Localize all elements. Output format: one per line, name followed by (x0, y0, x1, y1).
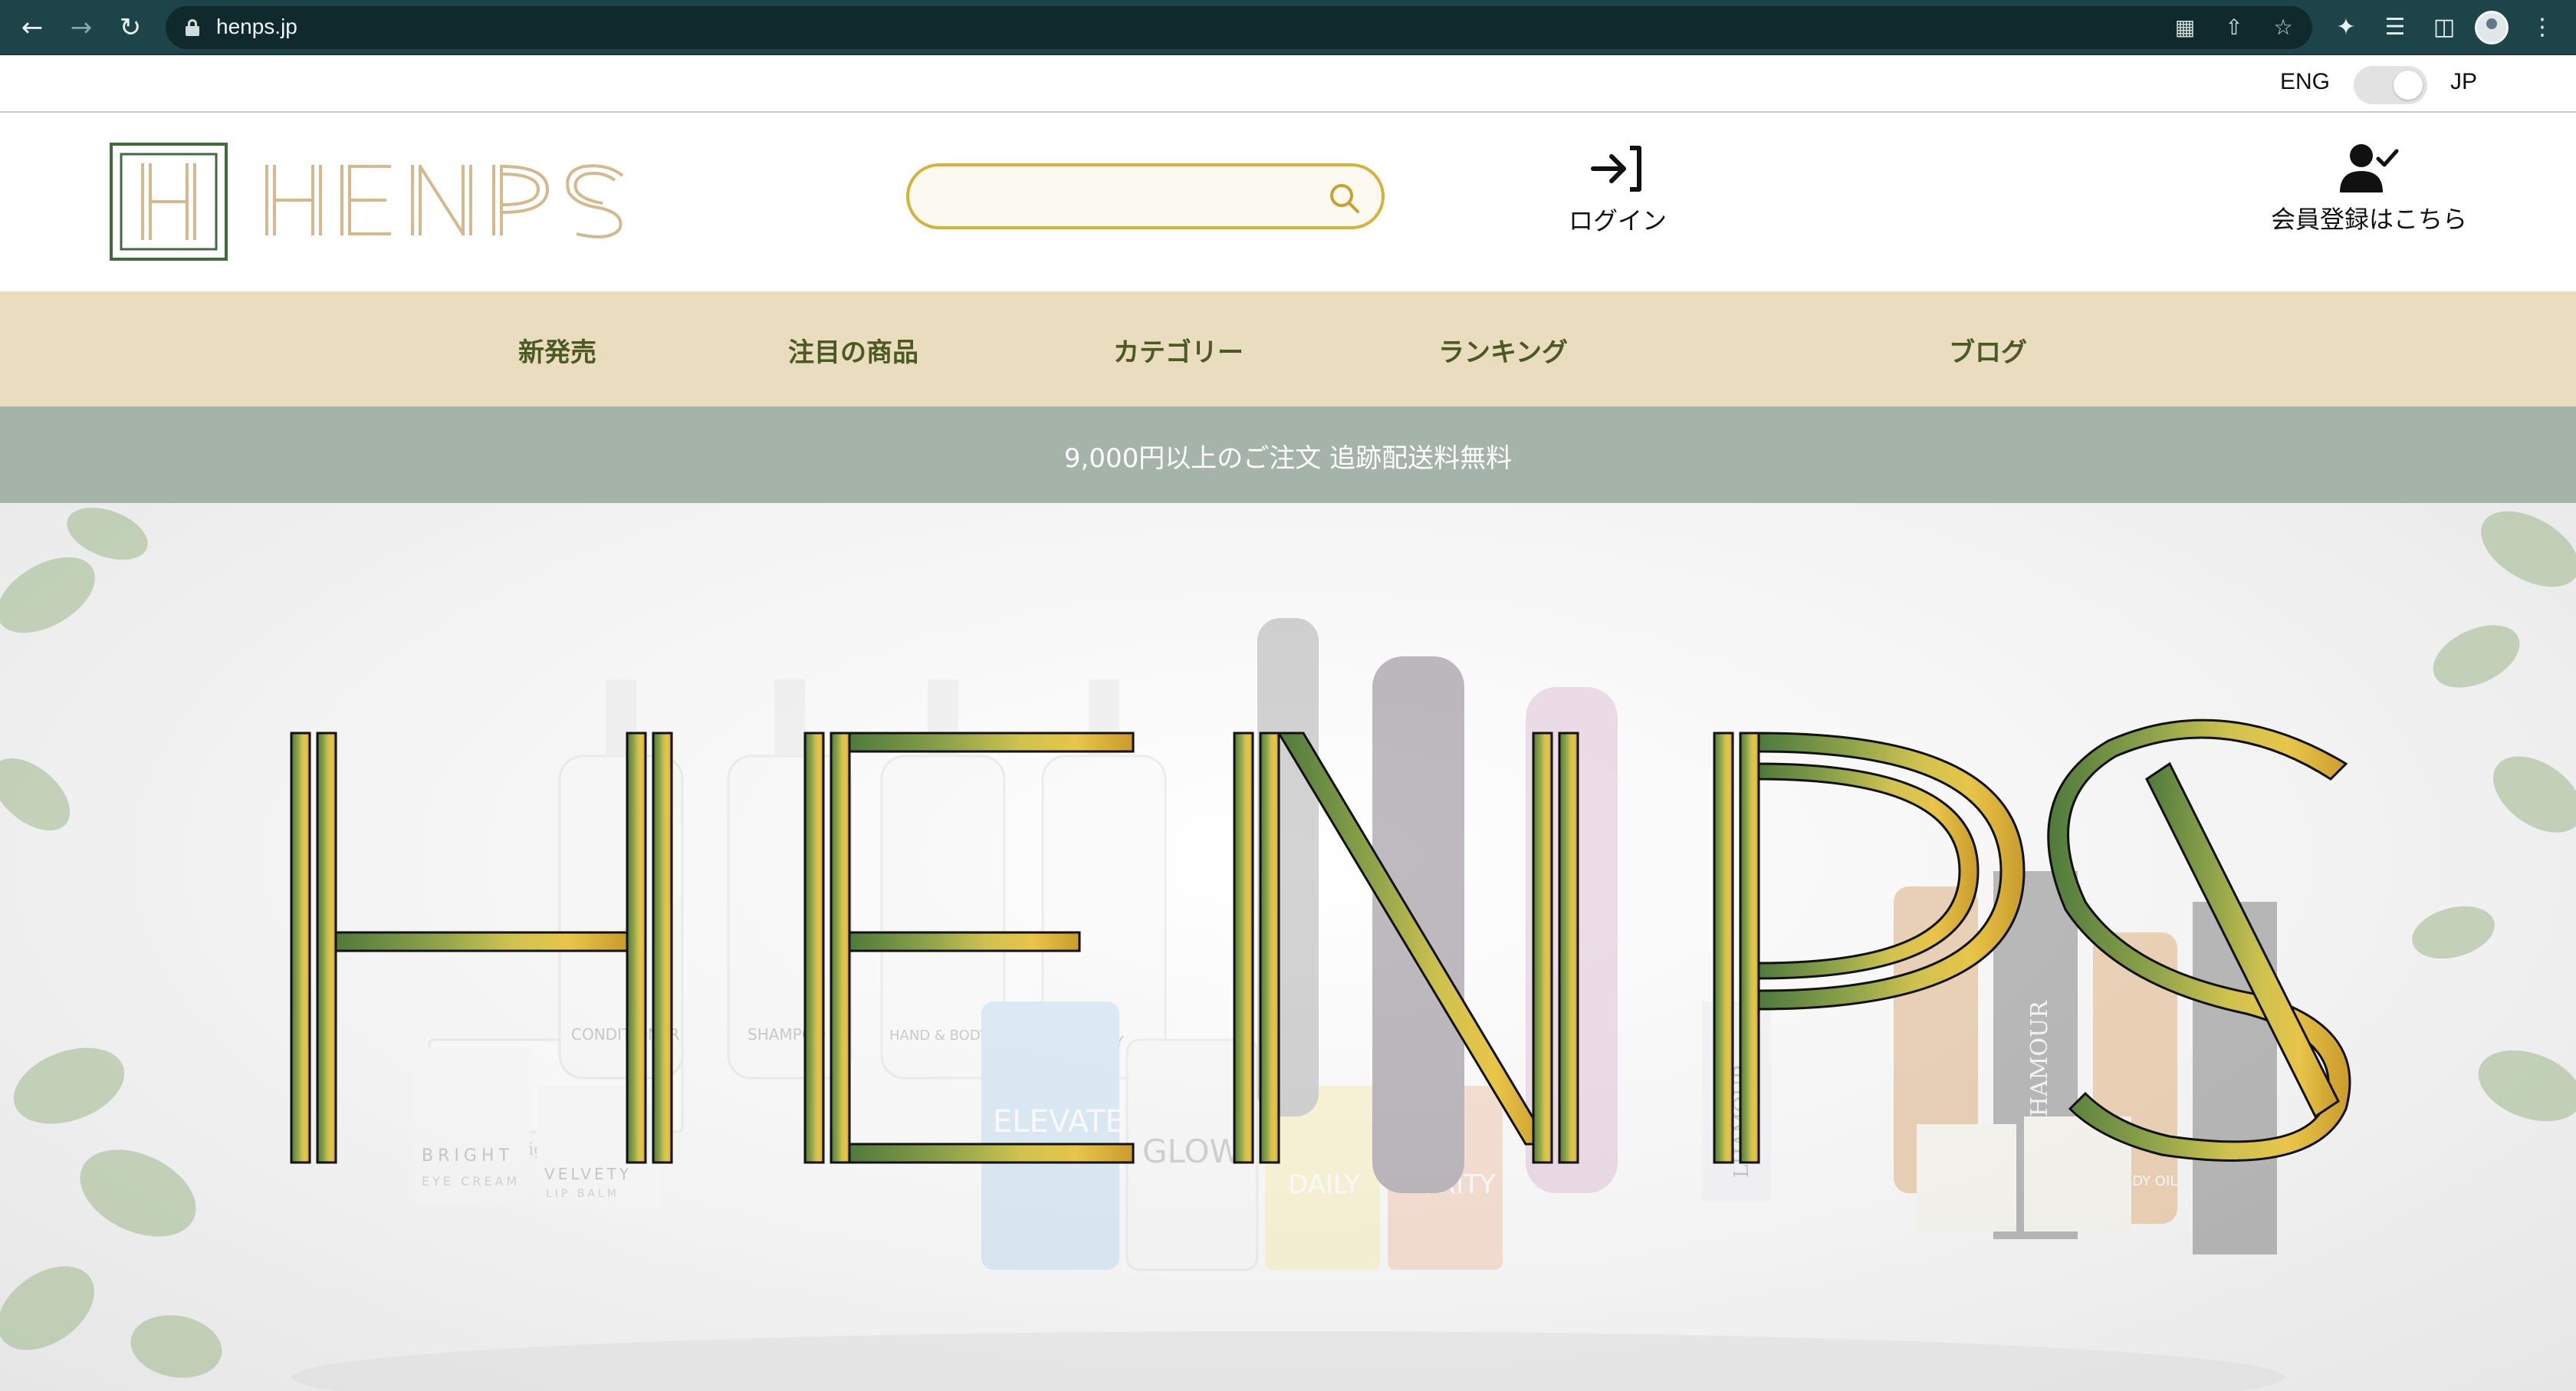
site-header: ログイン 会員登録はこちら (0, 114, 2576, 291)
svg-text:GLOW: GLOW (1142, 1133, 1241, 1170)
lock-icon (186, 19, 199, 36)
svg-text:BRIGHT: BRIGHT (422, 1146, 514, 1166)
logo-h-mark-icon (110, 143, 228, 261)
hero-banner[interactable]: InnerOrigin BRIGHT EYE CREAM VELVETY LIP… (0, 503, 2576, 1391)
login-label: ログイン (1568, 206, 1667, 235)
nav-item-category[interactable]: カテゴリー (1113, 331, 1244, 369)
side-panel-icon[interactable]: ◫ (2427, 11, 2461, 44)
bookmark-star-icon[interactable]: ☆ (2269, 14, 2297, 41)
search-input[interactable] (932, 177, 1300, 215)
promo-text: 9,000円以上のご注文 追跡配送料無料 (1063, 443, 1513, 474)
svg-text:VELVETY: VELVETY (544, 1165, 632, 1183)
login-link[interactable]: ログイン (1556, 142, 1679, 249)
user-check-icon (2340, 144, 2399, 192)
floor-shadow (291, 1331, 2285, 1391)
language-bar: ENG JP (0, 57, 2576, 113)
search-icon[interactable] (1328, 182, 1360, 214)
language-jp-label[interactable]: JP (2450, 69, 2477, 95)
browser-toolbar: ← → ↻ henps.jp ▦ ⇧ ☆ ✦ ☰ ◫ ⋮ (0, 0, 2576, 55)
site-logo[interactable] (109, 142, 630, 265)
language-toggle[interactable] (2354, 66, 2427, 104)
svg-text:EYE CREAM: EYE CREAM (422, 1174, 520, 1189)
hero-artwork: InnerOrigin BRIGHT EYE CREAM VELVETY LIP… (0, 508, 2576, 1391)
forward-arrow-icon[interactable]: → (64, 11, 98, 44)
logo-wordmark (265, 164, 624, 238)
nav-item-blog[interactable]: ブログ (1949, 331, 2027, 369)
ivy-leaves-left (0, 508, 222, 1378)
share-icon[interactable]: ⇧ (2220, 14, 2248, 41)
media-queue-icon[interactable]: ☰ (2378, 11, 2412, 44)
nav-item-ranking[interactable]: ランキング (1438, 331, 1568, 369)
extensions-puzzle-icon[interactable]: ✦ (2329, 11, 2363, 44)
nav-item-new[interactable]: 新発売 (518, 331, 596, 369)
ivy-leaves-right (2412, 511, 2576, 1122)
nav-item-featured[interactable]: 注目の商品 (788, 331, 918, 369)
profile-avatar[interactable] (2475, 11, 2509, 44)
reload-icon[interactable]: ↻ (113, 11, 147, 44)
register-label: 会員登録はこちら (2270, 205, 2467, 234)
address-bar[interactable]: henps.jp ▦ ⇧ ☆ (166, 6, 2312, 49)
language-eng-label[interactable]: ENG (2280, 69, 2330, 95)
svg-text:ELEVATE: ELEVATE (993, 1104, 1125, 1139)
translate-icon[interactable]: ▦ (2171, 14, 2199, 41)
shipping-promo-banner: 9,000円以上のご注文 追跡配送料無料 (0, 406, 2576, 503)
url-text: henps.jp (216, 15, 297, 38)
more-menu-icon[interactable]: ⋮ (2525, 11, 2559, 44)
main-navigation: 新発売 注目の商品 カテゴリー ランキング ブログ (0, 291, 2576, 406)
svg-text:DAILY: DAILY (1288, 1169, 1360, 1200)
register-link[interactable]: 会員登録はこちら (2254, 142, 2484, 249)
back-arrow-icon[interactable]: ← (15, 11, 49, 44)
search-box[interactable] (906, 163, 1385, 229)
svg-text:LHAMOUR: LHAMOUR (2026, 1000, 2053, 1132)
language-toggle-knob (2394, 71, 2423, 100)
svg-text:LIP BALM: LIP BALM (546, 1188, 619, 1200)
login-arrow-icon (1591, 146, 1641, 192)
